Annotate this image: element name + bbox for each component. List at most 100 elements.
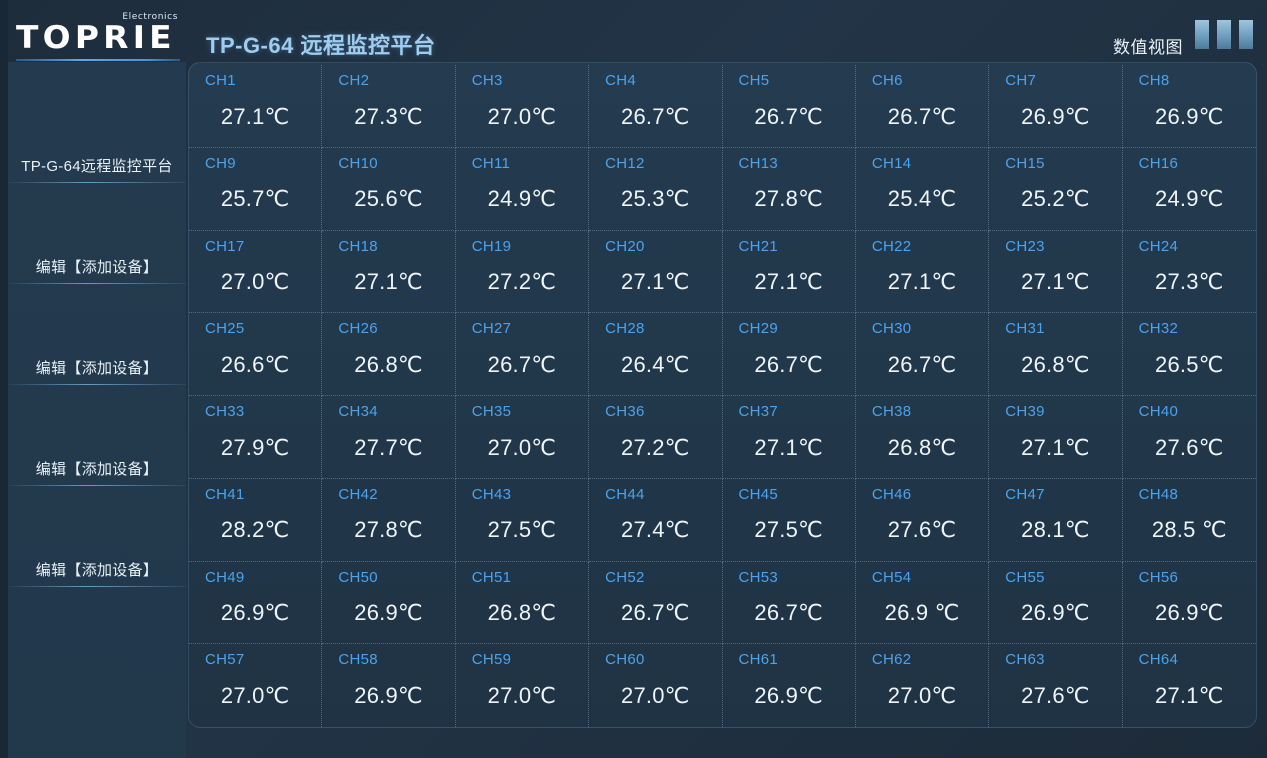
channel-label: CH21 <box>738 237 779 255</box>
channel-cell[interactable]: CH5 26.7℃ <box>722 65 856 148</box>
channel-cell[interactable]: CH55 26.9℃ <box>989 561 1123 645</box>
channel-cell[interactable]: CH20 27.1℃ <box>589 230 723 314</box>
channel-cell[interactable]: CH14 25.4℃ <box>855 147 990 231</box>
channel-cell[interactable]: CH61 26.9℃ <box>723 644 856 727</box>
channel-cell[interactable]: CH50 26.9℃ <box>322 561 456 645</box>
sidebar-item-add-device-2[interactable]: 编辑【添加设备】 <box>8 284 186 384</box>
channel-cell[interactable]: CH60 27.0℃ <box>589 644 723 727</box>
channel-grid: CH1 27.1℃ CH2 27.3℃ CH3 27.0℃ CH4 26.7℃ CH5 26.7℃… <box>189 65 1256 727</box>
channel-cell[interactable]: CH52 26.7℃ <box>589 561 723 645</box>
channel-cell[interactable]: CH22 27.1℃ <box>855 230 990 314</box>
channel-value: 27.0℃ <box>220 682 290 708</box>
channel-cell[interactable]: CH29 26.7℃ <box>722 313 856 396</box>
channel-cell[interactable]: CH16 24.9℃ <box>1122 148 1256 231</box>
channel-cell[interactable]: CH28 26.4℃ <box>589 313 723 396</box>
channel-cell[interactable]: CH35 27.0℃ <box>455 396 590 479</box>
channel-label: CH30 <box>871 320 912 338</box>
channel-cell[interactable]: CH62 27.0℃ <box>856 644 990 727</box>
channel-cell[interactable]: CH17 27.0℃ <box>189 230 323 314</box>
channel-cell[interactable]: CH41 28.2℃ <box>189 478 323 562</box>
channel-value: 27.1℃ <box>754 269 823 294</box>
channel-label: CH40 <box>1138 403 1179 420</box>
channel-cell[interactable]: CH7 26.9℃ <box>989 65 1123 148</box>
channel-cell[interactable]: CH34 27.7℃ <box>322 396 456 479</box>
channel-value: 26.7℃ <box>887 351 957 377</box>
channel-cell[interactable]: CH11 24.9℃ <box>455 147 590 231</box>
view-mode-label[interactable]: 数值视图 <box>1113 33 1183 58</box>
channel-cell[interactable]: CH32 26.5℃ <box>1122 313 1256 396</box>
bar-2 <box>1217 20 1231 49</box>
channel-cell[interactable]: CH53 26.7℃ <box>722 561 856 645</box>
channel-label: CH18 <box>338 237 378 255</box>
sidebar-item-add-device-3[interactable]: 编辑【添加设备】 <box>8 385 186 485</box>
channel-cell[interactable]: CH37 27.1℃ <box>722 396 856 479</box>
channel-cell[interactable]: CH26 26.8℃ <box>322 313 456 396</box>
sidebar-item-add-device-4[interactable]: 编辑【添加设备】 <box>8 486 186 586</box>
channel-cell[interactable]: CH48 28.5 ℃ <box>1122 479 1256 562</box>
channel-cell[interactable]: CH56 26.9℃ <box>1122 562 1256 645</box>
channel-label: CH19 <box>471 237 512 255</box>
channel-cell[interactable]: CH13 27.8℃ <box>722 147 856 231</box>
channel-cell[interactable]: CH64 27.1℃ <box>1123 644 1256 727</box>
brand-block: Electronics TOPRIE <box>8 0 186 62</box>
channel-cell[interactable]: CH58 26.9℃ <box>322 644 456 727</box>
channel-cell[interactable]: CH49 26.9℃ <box>189 561 323 645</box>
channel-cell[interactable]: CH57 27.0℃ <box>189 644 323 727</box>
left-edge-strip <box>0 0 8 758</box>
channel-cell[interactable]: CH45 27.5℃ <box>722 478 856 562</box>
channel-cell[interactable]: CH12 25.3℃ <box>589 147 723 231</box>
channel-cell[interactable]: CH43 27.5℃ <box>455 478 590 562</box>
channel-value: 27.1℃ <box>1021 434 1090 460</box>
channel-cell[interactable]: CH8 26.9℃ <box>1122 65 1256 148</box>
channel-label: CH60 <box>605 651 645 669</box>
channel-cell[interactable]: CH18 27.1℃ <box>322 230 456 314</box>
channel-cell[interactable]: CH1 27.1℃ <box>189 65 323 148</box>
channel-cell[interactable]: CH30 26.7℃ <box>855 313 990 396</box>
channel-cell[interactable]: CH51 26.8℃ <box>455 561 590 645</box>
channel-cell[interactable]: CH47 28.1℃ <box>989 478 1123 562</box>
three-bars-icon[interactable] <box>1195 20 1253 50</box>
channel-cell[interactable]: CH4 26.7℃ <box>589 65 723 148</box>
channel-cell[interactable]: CH40 27.6℃ <box>1122 396 1256 479</box>
channel-label: CH49 <box>205 568 245 586</box>
channel-cell[interactable]: CH21 27.1℃ <box>722 230 856 314</box>
sidebar-item-platform-title[interactable]: TP-G-64远程监控平台 <box>8 62 186 182</box>
sidebar-item-add-device-1[interactable]: 编辑【添加设备】 <box>8 183 186 283</box>
channel-cell[interactable]: CH42 27.8℃ <box>322 478 456 562</box>
channel-cell[interactable]: CH25 26.6℃ <box>189 313 323 396</box>
channel-cell[interactable]: CH24 27.3℃ <box>1122 231 1256 314</box>
channel-value: 27.1℃ <box>754 434 823 460</box>
channel-label: CH54 <box>871 568 912 586</box>
channel-value: 25.6℃ <box>354 186 423 212</box>
channel-label: CH10 <box>338 154 378 172</box>
channel-cell[interactable]: CH23 27.1℃ <box>989 230 1123 314</box>
channel-label: CH47 <box>1005 485 1045 503</box>
channel-label: CH34 <box>338 403 378 420</box>
channel-value: 27.8℃ <box>354 517 423 543</box>
channel-value: 27.9℃ <box>220 434 290 460</box>
channel-cell[interactable]: CH9 25.7℃ <box>189 147 323 231</box>
channel-cell[interactable]: CH3 27.0℃ <box>455 65 590 148</box>
channel-cell[interactable]: CH27 26.7℃ <box>455 313 590 396</box>
channel-cell[interactable]: CH38 26.8℃ <box>855 396 990 479</box>
channel-value: 28.2℃ <box>220 517 290 543</box>
logo-underline <box>16 59 180 61</box>
channel-cell[interactable]: CH54 26.9 ℃ <box>855 561 990 645</box>
channel-label: CH28 <box>605 320 645 338</box>
channel-cell[interactable]: CH19 27.2℃ <box>455 230 590 314</box>
channel-cell[interactable]: CH39 27.1℃ <box>989 396 1123 479</box>
channel-cell[interactable]: CH6 26.7℃ <box>855 65 990 148</box>
channel-cell[interactable]: CH59 27.0℃ <box>456 644 590 727</box>
channel-cell[interactable]: CH46 27.6℃ <box>855 478 990 562</box>
channel-cell[interactable]: CH33 27.9℃ <box>189 396 323 479</box>
channel-value: 28.1℃ <box>1021 517 1090 543</box>
channel-cell[interactable]: CH15 25.2℃ <box>989 147 1123 231</box>
channel-cell[interactable]: CH2 27.3℃ <box>322 65 456 148</box>
channel-cell[interactable]: CH36 27.2℃ <box>589 396 723 479</box>
channel-cell[interactable]: CH31 26.8℃ <box>989 313 1123 396</box>
channel-cell[interactable]: CH44 27.4℃ <box>589 478 723 562</box>
channel-cell[interactable]: CH10 25.6℃ <box>322 147 456 231</box>
channel-label: CH55 <box>1005 568 1045 586</box>
channel-label: CH35 <box>471 403 512 420</box>
channel-cell[interactable]: CH63 27.6℃ <box>989 644 1123 727</box>
